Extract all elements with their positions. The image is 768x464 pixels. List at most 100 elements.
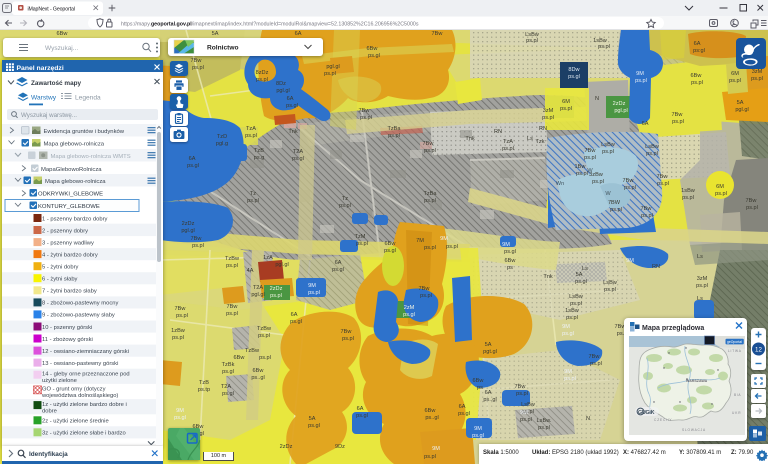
svg-text:TzBk: TzBk <box>222 362 235 368</box>
svg-text:LsBw: LsBw <box>569 294 584 300</box>
svg-text:MapaGlebowoRolnicza: MapaGlebowoRolnicza <box>41 167 102 173</box>
svg-text:Identyfikacja: Identyfikacja <box>29 451 68 458</box>
svg-text:ps..gl: ps..gl <box>425 415 438 421</box>
svg-text:dobre: dobre <box>42 408 57 414</box>
svg-text:ps.pl: ps.pl <box>245 133 257 139</box>
svg-text:12: 12 <box>755 347 762 354</box>
svg-text:ps.pl: ps.pl <box>526 38 538 44</box>
svg-text:Rolnictwo: Rolnictwo <box>207 45 239 52</box>
svg-text:ps.pl: ps.pl <box>247 198 259 204</box>
svg-text:9M: 9M <box>520 410 528 416</box>
svg-text:ps.gl: ps.gl <box>403 312 415 318</box>
svg-text:ps.pl: ps.pl <box>570 301 582 307</box>
svg-text:GO - grunt orny (dotyczy: GO - grunt orny (dotyczy <box>42 387 106 393</box>
svg-text:ps.pl: ps.pl <box>657 181 669 187</box>
svg-text:ps.pl: ps.pl <box>192 243 204 249</box>
svg-text:7Bw: 7Bw <box>341 329 353 335</box>
svg-text:6M: 6M <box>731 71 739 77</box>
svg-text:ps.pl: ps.pl <box>566 315 578 321</box>
svg-text:ps.pl: ps.pl <box>598 44 610 50</box>
svg-text:9M: 9M <box>474 426 482 432</box>
svg-text:RN: RN <box>539 126 547 132</box>
svg-text:1sBw: 1sBw <box>565 308 580 314</box>
svg-text:WARSZAWA: WARSZAWA <box>686 379 708 383</box>
svg-text:Panel narzędzi: Panel narzędzi <box>17 65 64 72</box>
svg-text:7Bw: 7Bw <box>641 206 653 212</box>
svg-text:TzBa: TzBa <box>387 126 401 132</box>
svg-text:3zM: 3zM <box>697 276 708 282</box>
svg-text:6A: 6A <box>291 312 298 318</box>
svg-text:Mapa glebowo-rolnicza: Mapa glebowo-rolnicza <box>45 179 106 185</box>
svg-text:ps.pl: ps.pl <box>715 191 727 197</box>
svg-text:3zBw: 3zBw <box>589 172 604 178</box>
svg-text:5 - żytni dobry: 5 - żytni dobry <box>42 265 79 271</box>
svg-text:6Bw: 6Bw <box>234 355 246 361</box>
svg-text:ps.pl: ps.pl <box>259 355 271 361</box>
svg-text:Tnk: Tnk <box>465 136 475 142</box>
svg-text:ps.pl: ps.pl <box>258 333 270 339</box>
svg-text:Tz: Tz <box>250 191 256 197</box>
svg-text:7M: 7M <box>416 238 424 244</box>
svg-text:C Z E C H Y: C Z E C H Y <box>654 418 672 422</box>
svg-text:ps.gl: ps.gl <box>174 415 186 421</box>
svg-text:2zDz: 2zDz <box>280 444 293 450</box>
svg-text:ps.gl: ps.gl <box>562 331 574 337</box>
svg-text:8zDz: 8zDz <box>256 70 269 76</box>
svg-text:KONTURY_GLEBOWE: KONTURY_GLEBOWE <box>38 204 100 210</box>
svg-text:ps: ps <box>507 265 513 271</box>
svg-text:14 - gleby orne przeznaczone p: 14 - gleby orne przeznaczone pod <box>42 372 130 378</box>
svg-text:7Bw: 7Bw <box>191 58 203 64</box>
svg-text:LsBw: LsBw <box>601 142 616 148</box>
svg-text:7Bw: 7Bw <box>589 354 601 360</box>
svg-text:ps.gl: ps.gl <box>472 433 484 439</box>
svg-text:ps.gl: ps.gl <box>568 74 580 80</box>
svg-text:T2A: T2A <box>253 285 264 291</box>
svg-text:GUGiK: GUGiK <box>638 410 655 416</box>
svg-text:Wyszukaj...: Wyszukaj... <box>45 45 78 52</box>
svg-text:RN: RN <box>652 264 660 270</box>
svg-text:ps.tp: ps.tp <box>198 387 210 393</box>
svg-text:3zM: 3zM <box>543 108 554 114</box>
svg-text:ps.pl: ps.pl <box>270 293 282 299</box>
svg-text:ps.pl: ps.pl <box>420 293 432 299</box>
svg-text:5A: 5A <box>309 416 316 422</box>
svg-text:ps.pl: ps.pl <box>641 213 653 219</box>
svg-text:TzD: TzD <box>217 134 227 140</box>
svg-text:ps.g: ps.g <box>254 155 265 161</box>
svg-text:5A: 5A <box>737 100 744 106</box>
svg-text:pgl.pl: pgl.pl <box>614 108 627 114</box>
svg-text:L I T W A: L I T W A <box>728 349 742 353</box>
svg-text:N: N <box>586 416 590 422</box>
svg-text:Tz: Tz <box>342 196 348 202</box>
svg-text:8Dz: 8Dz <box>276 81 286 87</box>
svg-text:7Bw: 7Bw <box>657 174 669 180</box>
svg-text:pgl.gl: pgl.gl <box>251 292 264 298</box>
svg-text:7 - żytni bardzo słaby: 7 - żytni bardzo słaby <box>42 289 97 295</box>
svg-text:ps.pl: ps.pl <box>520 417 532 423</box>
svg-text:ps.gl: ps.gl <box>292 156 304 162</box>
svg-text:2zM: 2zM <box>404 305 415 311</box>
svg-text:9M: 9M <box>502 242 510 248</box>
svg-text:7Bw: 7Bw <box>191 236 203 242</box>
svg-text:6M: 6M <box>562 99 570 105</box>
svg-text:ps.gl: ps.gl <box>222 391 234 397</box>
svg-text:9Dz: 9Dz <box>335 444 345 450</box>
svg-text:4A: 4A <box>247 268 254 274</box>
svg-text:ps.pl: ps.pl <box>446 244 458 250</box>
svg-text:B l A: B l A <box>734 393 741 397</box>
svg-text:U K R: U K R <box>732 411 741 415</box>
svg-text:województwa dolnośląskiego): województwa dolnośląskiego) <box>41 393 118 399</box>
svg-text:ps.pl: ps.pl <box>226 263 238 269</box>
svg-text:S L O W A C J A: S L O W A C J A <box>682 428 706 432</box>
svg-text:ps.pl: ps.pl <box>502 146 514 152</box>
svg-text:9M: 9M <box>564 369 572 375</box>
svg-text:6A: 6A <box>459 404 466 410</box>
svg-text:TzBw: TzBw <box>245 348 260 354</box>
svg-text:4 - żytni bardzo dobry: 4 - żytni bardzo dobry <box>42 252 98 258</box>
svg-text:Zawartość mapy: Zawartość mapy <box>31 80 82 87</box>
svg-text:LsBw: LsBw <box>521 402 536 408</box>
svg-text:6Bw: 6Bw <box>505 258 517 264</box>
svg-text:9M: 9M <box>562 324 570 330</box>
svg-text:6Bw: 6Bw <box>425 408 437 414</box>
svg-text:6A: 6A <box>335 260 342 266</box>
